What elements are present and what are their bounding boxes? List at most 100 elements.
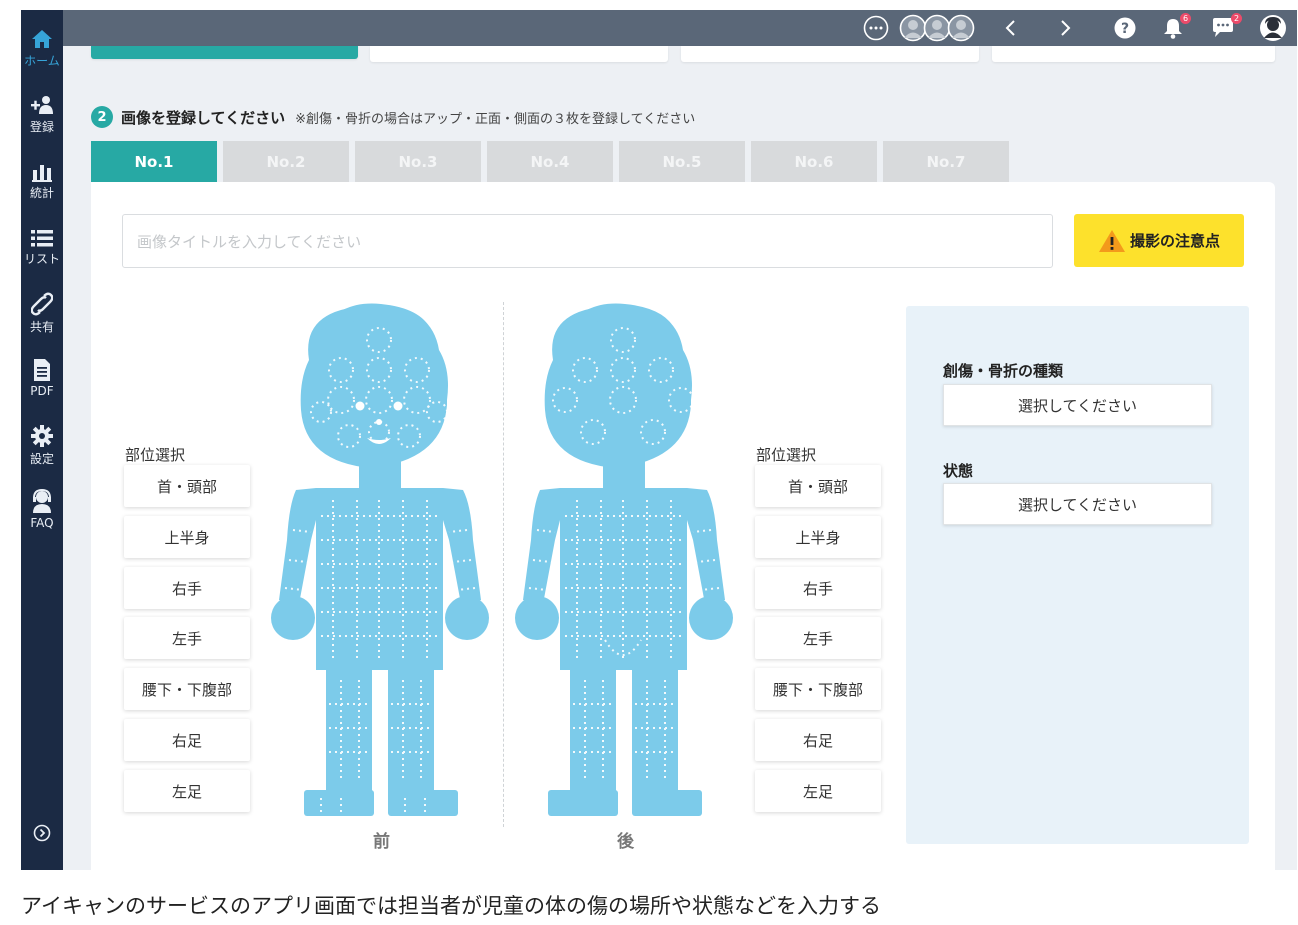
front-leg-right[interactable] bbox=[326, 665, 372, 795]
back-leg-left[interactable] bbox=[632, 665, 678, 795]
back-arm-right[interactable] bbox=[523, 488, 560, 604]
back-part-lower-abdomen[interactable]: 腰下・下腹部 bbox=[755, 668, 881, 710]
tab-no4[interactable]: No.4 bbox=[487, 141, 613, 182]
injury-type-label: 創傷・骨折の種類 bbox=[943, 362, 1064, 380]
previous-step-card bbox=[370, 46, 668, 62]
sidebar-item-register[interactable]: 登録 bbox=[21, 94, 63, 135]
front-part-left-leg[interactable]: 左足 bbox=[124, 770, 250, 812]
tab-no1[interactable]: No.1 bbox=[91, 141, 217, 182]
previous-step-card bbox=[91, 46, 358, 59]
front-part-select-label: 部位選択 bbox=[125, 446, 186, 464]
user-avatar[interactable] bbox=[1259, 15, 1287, 41]
condition-select[interactable]: 選択してください bbox=[943, 483, 1212, 525]
front-part-lower-abdomen[interactable]: 腰下・下腹部 bbox=[124, 668, 250, 710]
sidebar-expand-button[interactable] bbox=[21, 824, 63, 844]
front-body-diagram[interactable] bbox=[271, 300, 493, 820]
back-hand-right[interactable] bbox=[515, 596, 559, 640]
tab-no3[interactable]: No.3 bbox=[355, 141, 481, 182]
message-badge: 2 bbox=[1231, 13, 1242, 24]
sidebar-item-stats[interactable]: 統計 bbox=[21, 162, 63, 201]
image-register-panel: 画像タイトルを入力してください 撮影の注意点 部位選択 首・頭部 上半身 右手 … bbox=[91, 182, 1275, 870]
list-icon bbox=[31, 230, 53, 247]
front-foot-right[interactable] bbox=[304, 790, 374, 816]
back-neck[interactable] bbox=[603, 460, 645, 490]
sidebar-item-label: リスト bbox=[23, 252, 60, 266]
back-part-neck-head[interactable]: 首・頭部 bbox=[755, 465, 881, 507]
gear-icon bbox=[31, 425, 53, 447]
front-part-right-hand[interactable]: 右手 bbox=[124, 567, 250, 609]
help-button[interactable]: ? bbox=[1113, 15, 1137, 41]
sidebar-item-pdf[interactable]: PDF bbox=[21, 358, 63, 398]
sidebar-item-label: ホーム bbox=[24, 54, 60, 68]
tab-no2[interactable]: No.2 bbox=[223, 141, 349, 182]
chevron-left-icon bbox=[1005, 20, 1015, 36]
chevron-right-icon bbox=[1061, 20, 1071, 36]
home-icon bbox=[32, 30, 52, 48]
back-leg-right[interactable] bbox=[570, 665, 616, 795]
app-window: ホーム 登録 統計 リスト 共有 PDF 設定 FAQ ? 6 2 2 画像を登… bbox=[21, 10, 1297, 870]
back-part-right-hand[interactable]: 右手 bbox=[755, 567, 881, 609]
back-part-left-hand[interactable]: 左手 bbox=[755, 617, 881, 659]
next-button[interactable] bbox=[1057, 15, 1073, 41]
sidebar-item-settings[interactable]: 設定 bbox=[21, 424, 63, 467]
sidebar-item-label: FAQ bbox=[30, 516, 54, 530]
back-head[interactable] bbox=[544, 305, 692, 468]
notification-badge: 6 bbox=[1180, 13, 1191, 24]
sidebar-item-label: PDF bbox=[30, 384, 54, 398]
sidebar-item-label: 共有 bbox=[29, 320, 54, 334]
sidebar-item-share[interactable]: 共有 bbox=[21, 292, 63, 335]
tab-no7[interactable]: No.7 bbox=[883, 141, 1009, 182]
front-part-left-hand[interactable]: 左手 bbox=[124, 617, 250, 659]
front-hand-right[interactable] bbox=[271, 596, 315, 640]
prev-button[interactable] bbox=[1003, 15, 1019, 41]
front-part-right-leg[interactable]: 右足 bbox=[124, 719, 250, 761]
photo-caution-button[interactable]: 撮影の注意点 bbox=[1074, 214, 1244, 267]
sidebar-item-faq[interactable]: FAQ bbox=[21, 488, 63, 530]
step-heading: 画像を登録してください bbox=[121, 108, 286, 127]
front-head[interactable] bbox=[300, 305, 448, 468]
step-number-badge: 2 bbox=[91, 106, 113, 128]
article-caption: アイキャンのサービスのアプリ画面では担当者が児童の体の傷の場所や状態などを入力す… bbox=[21, 894, 881, 918]
sidebar: ホーム 登録 統計 リスト 共有 PDF 設定 FAQ bbox=[21, 10, 63, 870]
back-body-diagram[interactable] bbox=[515, 300, 737, 820]
front-caption: 前 bbox=[373, 832, 390, 852]
injury-details-panel: 創傷・骨折の種類 選択してください 状態 選択してください bbox=[906, 306, 1249, 844]
front-neck[interactable] bbox=[359, 460, 401, 490]
more-button[interactable] bbox=[862, 15, 890, 41]
front-arm-right[interactable] bbox=[279, 488, 316, 604]
user-avatar-icon bbox=[1260, 15, 1286, 41]
tab-no6[interactable]: No.6 bbox=[751, 141, 877, 182]
sidebar-item-home[interactable]: ホーム bbox=[21, 28, 63, 69]
image-title-input[interactable]: 画像タイトルを入力してください bbox=[122, 214, 1053, 268]
svg-text:?: ? bbox=[1121, 21, 1129, 37]
support-icon bbox=[33, 488, 51, 513]
user-avatars-group[interactable] bbox=[899, 14, 977, 42]
sidebar-item-list[interactable]: リスト bbox=[21, 228, 63, 267]
front-arm-left[interactable] bbox=[443, 488, 481, 604]
back-part-upper-body[interactable]: 上半身 bbox=[755, 516, 881, 558]
back-foot-right[interactable] bbox=[548, 790, 618, 816]
back-arm-left[interactable] bbox=[687, 488, 725, 604]
front-hand-left[interactable] bbox=[445, 596, 489, 640]
more-icon bbox=[863, 15, 889, 41]
sidebar-item-label: 統計 bbox=[29, 186, 54, 200]
front-leg-left[interactable] bbox=[388, 665, 434, 795]
top-bar: ? 6 2 bbox=[63, 10, 1297, 46]
figure-divider bbox=[503, 302, 504, 827]
front-foot-left[interactable] bbox=[388, 790, 458, 816]
help-icon: ? bbox=[1114, 17, 1136, 39]
back-hand-left[interactable] bbox=[689, 596, 733, 640]
chevron-right-circle-icon bbox=[33, 824, 51, 842]
back-part-left-leg[interactable]: 左足 bbox=[755, 770, 881, 812]
tab-no5[interactable]: No.5 bbox=[619, 141, 745, 182]
add-user-icon bbox=[31, 96, 53, 114]
step-title: 2 画像を登録してください ※創傷・骨折の場合はアップ・正面・側面の３枚を登録し… bbox=[91, 106, 695, 128]
back-foot-left[interactable] bbox=[632, 790, 702, 816]
notifications-button[interactable]: 6 bbox=[1161, 13, 1191, 41]
messages-button[interactable]: 2 bbox=[1210, 13, 1242, 41]
back-part-select-label: 部位選択 bbox=[756, 446, 817, 464]
injury-type-select[interactable]: 選択してください bbox=[943, 384, 1212, 426]
front-part-upper-body[interactable]: 上半身 bbox=[124, 516, 250, 558]
front-part-neck-head[interactable]: 首・頭部 bbox=[124, 465, 250, 507]
back-part-right-leg[interactable]: 右足 bbox=[755, 719, 881, 761]
